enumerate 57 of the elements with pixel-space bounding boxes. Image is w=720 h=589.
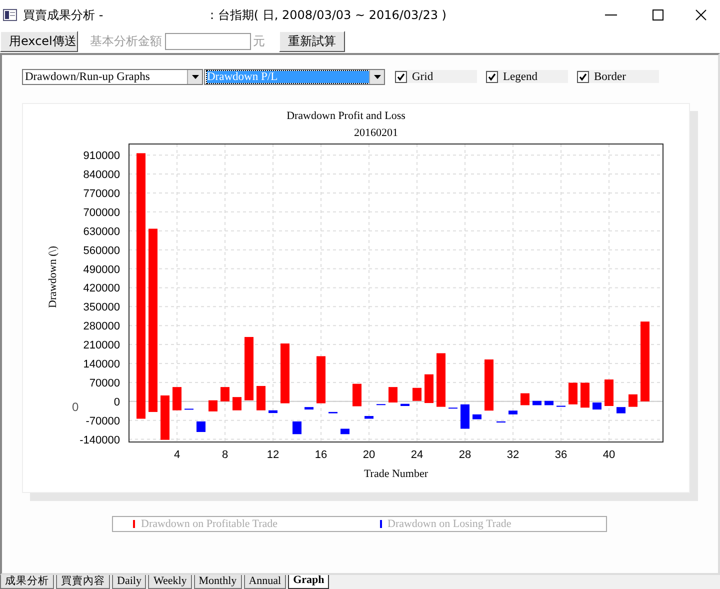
y-tick-label: 0: [114, 396, 120, 408]
x-axis-title: Trade Number: [364, 468, 428, 480]
tab[interactable]: Annual: [244, 575, 286, 589]
x-tick-label: 40: [602, 449, 616, 461]
y-axis-title: Drawdown (\): [47, 246, 59, 308]
y-tick-label: 210000: [83, 340, 120, 352]
legend-label: Drawdown on Losing Trade: [388, 518, 512, 530]
x-tick-label: 32: [506, 449, 520, 461]
chart-title: Drawdown Profit and Loss: [286, 110, 406, 122]
checkbox-label: Border: [594, 70, 626, 82]
legend-label: Drawdown on Profitable Trade: [141, 518, 278, 530]
checkbox-label: Grid: [412, 70, 434, 82]
y-tick-label: 280000: [83, 320, 120, 333]
y-tick-label: 140000: [83, 358, 120, 370]
tab[interactable]: Graph: [288, 574, 330, 589]
tab[interactable]: 買賣內容: [56, 575, 110, 589]
y-tick-label: 630000: [83, 226, 120, 238]
y-tick-label: 700000: [83, 206, 120, 219]
y-tick-label: 420000: [83, 282, 120, 295]
amount-field[interactable]: [165, 32, 251, 50]
x-tick-label: 28: [458, 449, 472, 461]
y-tick-label: 490000: [83, 264, 120, 276]
x-tick-label: 12: [266, 449, 280, 461]
x-tick-label: 4: [174, 449, 180, 461]
window-title: 買賣成果分析 -: [23, 6, 104, 24]
close-icon[interactable]: [694, 8, 708, 22]
y-tick-label: 910000: [83, 150, 120, 162]
amount-label: 基本分析金額: [90, 32, 162, 50]
tab[interactable]: Weekly: [148, 575, 192, 589]
y-tick-label: 770000: [83, 188, 120, 200]
chart-subtitle: 20160201: [354, 127, 398, 139]
tab[interactable]: Monthly: [194, 575, 242, 589]
x-tick-label: 24: [410, 449, 424, 461]
window-subtitle: : 台指期( 日, 2008/03/03 ~ 2016/03/23 ): [210, 6, 446, 24]
y-tick-label: 70000: [89, 377, 120, 390]
export-button[interactable]: 用excel傳送: [0, 30, 78, 52]
y-tick-label: 560000: [83, 244, 120, 257]
y-tick-label: -70000: [86, 415, 120, 428]
tab[interactable]: Daily: [112, 575, 146, 589]
maximize-icon[interactable]: [651, 8, 665, 22]
checkbox[interactable]: [486, 70, 498, 82]
checkbox-label: Legend: [503, 70, 538, 82]
x-tick-label: 20: [362, 449, 376, 461]
app-icon: [3, 9, 17, 21]
y-tick-label: 350000: [83, 302, 120, 314]
dropdown[interactable]: Drawdown/Run-up Graphs: [22, 68, 203, 84]
recalculate-button[interactable]: 重新試算: [279, 30, 345, 52]
x-tick-label: 36: [554, 449, 568, 461]
tab[interactable]: 成果分析: [0, 575, 54, 589]
checkbox[interactable]: [395, 70, 407, 82]
unit-label: 元: [253, 32, 265, 50]
y-tick-label: 840000: [83, 169, 120, 182]
x-tick-label: 8: [222, 449, 228, 461]
axis-label: 0: [72, 400, 79, 414]
checkbox[interactable]: [577, 70, 589, 82]
x-tick-label: 16: [314, 449, 328, 461]
y-tick-label: -140000: [80, 434, 120, 446]
